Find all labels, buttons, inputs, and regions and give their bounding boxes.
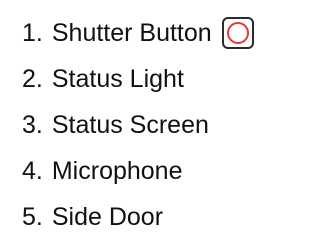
legend-label: Side Door [51, 203, 164, 231]
legend-number: 3. [22, 111, 43, 139]
legend-list: 1. Shutter Button 2. Status Light 3. Sta… [22, 0, 254, 240]
legend-label: Status Light [51, 65, 184, 93]
legend-label: Shutter Button [51, 19, 212, 47]
legend-number: 4. [22, 157, 43, 185]
legend-item-microphone: 4. Microphone [22, 148, 254, 194]
legend-item-status-light: 2. Status Light [22, 56, 254, 102]
shutter-button-icon [221, 17, 254, 49]
legend-item-shutter-button: 1. Shutter Button [22, 10, 254, 56]
legend-number: 2. [22, 65, 43, 93]
legend-item-status-screen: 3. Status Screen [22, 102, 254, 148]
legend-number: 5. [22, 203, 43, 231]
legend-label: Microphone [51, 157, 183, 185]
legend-label: Status Screen [51, 111, 209, 139]
legend-number: 1. [22, 19, 43, 47]
legend-item-side-door: 5. Side Door [22, 194, 254, 240]
